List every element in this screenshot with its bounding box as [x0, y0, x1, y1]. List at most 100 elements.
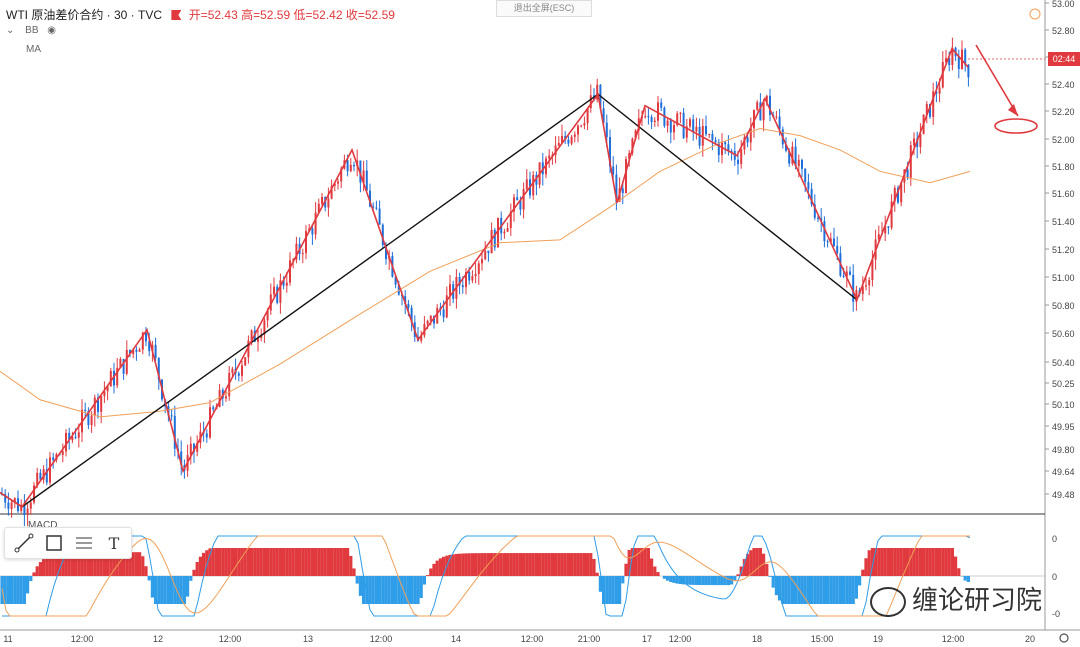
x-tick-label: 11 [3, 634, 12, 644]
macd-histogram-bar [467, 553, 471, 576]
candle-body [938, 87, 941, 94]
macd-histogram-bar [589, 553, 593, 576]
y-tick-label: 51.60 [1052, 189, 1075, 199]
macd-histogram-bar [925, 548, 929, 576]
parallel-channel-tool-icon[interactable] [73, 532, 95, 554]
macd-histogram-bar [522, 553, 526, 576]
macd-histogram-bar [771, 576, 775, 588]
candle-body [647, 116, 650, 118]
macd-histogram-bar [944, 548, 948, 576]
candle-body [135, 349, 138, 352]
macd-histogram-bar [390, 576, 394, 604]
macd-histogram-bar [227, 548, 231, 576]
y-tick-label: 51.40 [1052, 217, 1075, 227]
macd-histogram-bar [653, 566, 657, 576]
macd-histogram-bar [784, 576, 788, 604]
low-value: 低=52.42 [293, 8, 343, 22]
candle-body [90, 415, 93, 426]
macd-histogram-bar [650, 558, 654, 576]
macd-histogram-bar [438, 558, 442, 576]
candle-body [244, 357, 247, 366]
macd-histogram-bar [272, 548, 276, 576]
macd-tick-label: 0 [1052, 572, 1057, 582]
macd-histogram-bar [387, 576, 391, 604]
x-tick-label: 12:00 [521, 634, 544, 644]
y-tick-label: 49.95 [1052, 422, 1075, 432]
macd-histogram-bar [42, 559, 46, 576]
macd-histogram-bar [307, 548, 311, 576]
macd-histogram-bar [778, 576, 782, 601]
macd-histogram-bar [781, 576, 785, 604]
y-tick-label: 49.48 [1052, 490, 1075, 500]
candle-body [138, 349, 141, 352]
macd-histogram-bar [198, 556, 202, 576]
macd-histogram-bar [547, 553, 551, 576]
y-tick-label: 52.20 [1052, 107, 1075, 117]
macd-histogram-bar [806, 576, 810, 604]
macd-histogram-bar [506, 553, 510, 576]
macd-histogram-bar [861, 569, 865, 576]
candle-body [865, 285, 867, 287]
macd-histogram-bar [931, 548, 935, 576]
macd-histogram-bar [426, 575, 430, 576]
macd-histogram-bar [416, 576, 420, 604]
macd-histogram-bar [890, 548, 894, 576]
macd-histogram-bar [554, 553, 558, 576]
macd-histogram-bar [698, 576, 702, 586]
candle-body [682, 112, 685, 138]
macd-histogram-bar [189, 576, 193, 581]
macd-histogram-bar [413, 576, 417, 604]
chevron-down-icon[interactable]: ⌄ [6, 25, 14, 36]
macd-histogram-bar [816, 576, 820, 604]
eye-icon[interactable]: ◉ [47, 25, 56, 36]
macd-histogram-bar [736, 574, 740, 576]
rectangle-tool-icon[interactable] [43, 532, 65, 554]
candle-body [836, 245, 839, 254]
macd-histogram-bar [19, 576, 23, 604]
macd-histogram-bar [512, 553, 516, 576]
candle-body [669, 120, 672, 133]
candle-body [804, 168, 807, 183]
candle-body [573, 134, 576, 137]
macd-histogram-bar [282, 548, 286, 576]
candle-body [807, 182, 810, 189]
macd-histogram-bar [531, 553, 535, 576]
macd-histogram-bar [6, 576, 10, 604]
candle-body [487, 250, 490, 254]
candle-body [26, 508, 29, 516]
candle-body [660, 102, 663, 108]
macd-histogram-bar [624, 563, 628, 576]
candle-body [461, 285, 464, 288]
candle-body [484, 250, 487, 260]
macd-histogram-bar [173, 576, 177, 604]
zigzag-line [0, 47, 969, 508]
macd-histogram-bar [643, 548, 647, 576]
candle-body [842, 275, 845, 277]
macd-histogram-bar [301, 548, 305, 576]
candle-body [145, 332, 147, 342]
annotation-arrowhead [1008, 104, 1018, 116]
bb-label: BB [25, 25, 39, 36]
macd-histogram-bar [166, 576, 170, 604]
macd-histogram-bar [720, 576, 724, 586]
price-chart[interactable]: 53.0052.8052.6052.4052.2052.0051.8051.60… [0, 0, 1080, 647]
candle-body [337, 181, 339, 184]
text-tool-icon[interactable]: T [103, 532, 125, 554]
y-tick-label: 52.40 [1052, 80, 1075, 90]
macd-histogram-bar [259, 548, 263, 576]
macd-histogram-bar [275, 548, 279, 576]
macd-histogram-bar [32, 572, 36, 576]
candle-body [65, 432, 67, 452]
macd-histogram-bar [950, 548, 954, 576]
flag-icon[interactable] [171, 10, 182, 20]
candle-body [650, 116, 653, 123]
trend-line-tool-icon[interactable] [13, 532, 35, 554]
exit-fullscreen-button[interactable]: 退出全屏(ESC) [496, 0, 592, 17]
macd-histogram-bar [611, 576, 615, 604]
high-value: 高=52.59 [241, 8, 291, 22]
candle-body [756, 102, 759, 110]
candle-body [746, 137, 749, 143]
bb-indicator-row[interactable]: ⌄ BB ◉ [6, 25, 56, 36]
candle-body [506, 228, 509, 232]
x-tick-label: 12:00 [370, 634, 393, 644]
